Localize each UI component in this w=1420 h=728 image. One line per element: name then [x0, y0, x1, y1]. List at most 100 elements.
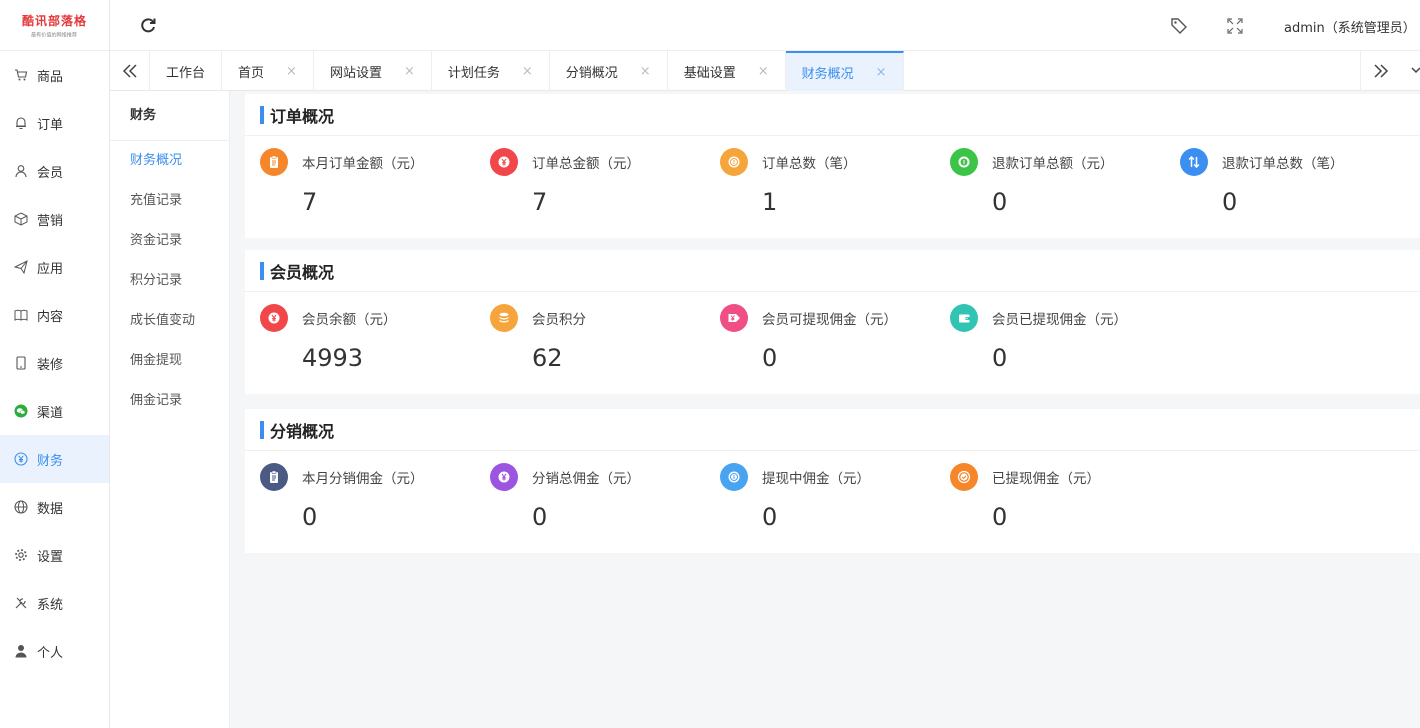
stat-item: 会员已提现佣金（元） 0 — [950, 304, 1180, 372]
tab-label: 工作台 — [166, 65, 206, 81]
clipboard-icon — [260, 148, 288, 176]
submenu-item-7[interactable]: 佣金记录 — [110, 381, 229, 421]
yen-icon — [14, 452, 28, 466]
stat-header: 会员积分 — [490, 304, 720, 332]
stat-value: 1 — [762, 188, 778, 216]
stat-header: 已提现佣金（元） — [950, 463, 1180, 491]
stats-row: 本月分销佣金（元） 0 分销总佣金（元） 0 提现中佣金（元） 0 已提现佣金（元） 0 — [260, 463, 1180, 531]
tab-2[interactable]: 首页 × — [222, 51, 314, 91]
nav-item-label: 营销 — [37, 213, 64, 229]
cart-icon — [14, 68, 28, 82]
clipboard-icon — [260, 463, 288, 491]
tab-6[interactable]: 基础设置 × — [668, 51, 786, 91]
stat-item: 订单总金额（元） 7 — [490, 148, 720, 216]
nav-item-label: 财务 — [37, 453, 64, 469]
tabs-scroll-right-icon[interactable] — [1360, 51, 1400, 91]
fullscreen-icon[interactable] — [1227, 18, 1243, 34]
stat-label: 会员积分 — [532, 312, 586, 328]
stat-item: 会员余额（元） 4993 — [260, 304, 490, 372]
close-icon[interactable]: × — [404, 64, 415, 79]
stat-value: 7 — [532, 188, 548, 216]
tab-1[interactable]: 工作台 — [150, 51, 223, 91]
book-icon — [14, 308, 28, 322]
tab-4[interactable]: 计划任务 × — [432, 51, 550, 91]
stat-value: 0 — [992, 503, 1008, 531]
refresh-icon[interactable] — [138, 16, 158, 36]
tab-5[interactable]: 分销概况 × — [550, 51, 668, 91]
user-menu[interactable]: admin（系统管理员） — [1284, 17, 1416, 36]
tab-3[interactable]: 网站设置 × — [314, 51, 432, 91]
submenu-item-3[interactable]: 资金记录 — [110, 221, 229, 261]
nav-members[interactable]: 会员 — [0, 147, 109, 195]
tab-7[interactable]: 财务概况 × — [785, 51, 904, 91]
stat-value: 0 — [992, 344, 1008, 372]
finance-submenu: 财务 财务概况 充值记录 资金记录 积分记录 成长值变动 佣金提现 佣金记录 — [110, 91, 230, 728]
close-icon[interactable]: × — [522, 64, 533, 79]
close-icon[interactable]: × — [640, 64, 651, 79]
yen-icon — [490, 463, 518, 491]
tabs-scroll-left-icon[interactable] — [110, 51, 150, 91]
tag-icon[interactable] — [1170, 17, 1188, 35]
user-icon — [14, 164, 28, 178]
arrows-icon — [1180, 148, 1208, 176]
wechat-icon — [14, 404, 28, 418]
nav-decoration[interactable]: 装修 — [0, 339, 109, 387]
close-icon[interactable]: × — [286, 64, 297, 79]
section-accent-bar — [260, 105, 264, 124]
nav-marketing[interactable]: 营销 — [0, 195, 109, 243]
stat-item: 已提现佣金（元） 0 — [950, 463, 1180, 531]
nav-personal[interactable]: 个人 — [0, 627, 109, 675]
nav-apps[interactable]: 应用 — [0, 243, 109, 291]
bell-icon — [14, 116, 28, 130]
submenu-item-4[interactable]: 积分记录 — [110, 261, 229, 301]
stat-header: 订单总数（笔） — [720, 148, 950, 176]
nav-item-label: 系统 — [37, 597, 64, 613]
stat-item: 会员积分 62 — [490, 304, 720, 372]
member-overview-card: 会员概况 会员余额（元） 4993 会员积分 62 会员可提现佣金（元） 0 会员已提现佣金（… — [245, 250, 1420, 394]
section-accent-bar — [260, 261, 264, 280]
nav-item-label: 装修 — [37, 357, 64, 373]
logo[interactable]: 酷讯部落格 最有价值的网络推荐 — [0, 0, 109, 51]
tools-icon — [14, 596, 28, 610]
tablet-icon — [14, 356, 28, 370]
submenu-item-5[interactable]: 成长值变动 — [110, 301, 229, 341]
gear-icon — [14, 548, 28, 562]
nav-settings[interactable]: 设置 — [0, 531, 109, 579]
globe-icon — [14, 500, 28, 514]
nav-orders[interactable]: 订单 — [0, 99, 109, 147]
nav-item-label: 会员 — [37, 165, 64, 181]
nav-channels[interactable]: 渠道 — [0, 387, 109, 435]
submenu-item-2[interactable]: 充值记录 — [110, 181, 229, 221]
nav-item-label: 应用 — [37, 261, 64, 277]
stat-label: 订单总金额（元） — [532, 156, 640, 172]
person-icon — [14, 644, 28, 658]
stat-label: 分销总佣金（元） — [532, 471, 640, 487]
yen-arrow-icon — [720, 304, 748, 332]
stats-row: 会员余额（元） 4993 会员积分 62 会员可提现佣金（元） 0 会员已提现佣金（元） 0 — [260, 304, 1180, 372]
stat-header: 提现中佣金（元） — [720, 463, 950, 491]
submenu-item-1[interactable]: 财务概况 — [110, 141, 229, 181]
nav-content[interactable]: 内容 — [0, 291, 109, 339]
wallet-icon — [950, 304, 978, 332]
close-icon[interactable]: × — [758, 64, 769, 79]
stat-header: 会员余额（元） — [260, 304, 490, 332]
stat-item: 本月订单金额（元） 7 — [260, 148, 490, 216]
stat-header: 退款订单总数（笔） — [1180, 148, 1410, 176]
nav-goods[interactable]: 商品 — [0, 51, 109, 99]
close-icon[interactable]: × — [876, 65, 887, 80]
tabs-menu-chevron-down-icon[interactable] — [1400, 51, 1420, 91]
section-title: 订单概况 — [270, 106, 335, 126]
stat-label: 提现中佣金（元） — [762, 471, 870, 487]
nav-system[interactable]: 系统 — [0, 579, 109, 627]
stat-label: 本月订单金额（元） — [302, 156, 424, 172]
stat-item: 订单总数（笔） 1 — [720, 148, 950, 216]
stat-item: 本月分销佣金（元） 0 — [260, 463, 490, 531]
nav-data[interactable]: 数据 — [0, 483, 109, 531]
refund-coin-icon — [950, 148, 978, 176]
top-bar: admin（系统管理员） — [110, 0, 1420, 51]
stat-label: 退款订单总数（笔） — [1222, 156, 1344, 172]
nav-item-label: 订单 — [37, 117, 64, 133]
submenu-item-6[interactable]: 佣金提现 — [110, 341, 229, 381]
nav-finance[interactable]: 财务 — [0, 435, 109, 483]
stat-label: 会员余额（元） — [302, 312, 397, 328]
